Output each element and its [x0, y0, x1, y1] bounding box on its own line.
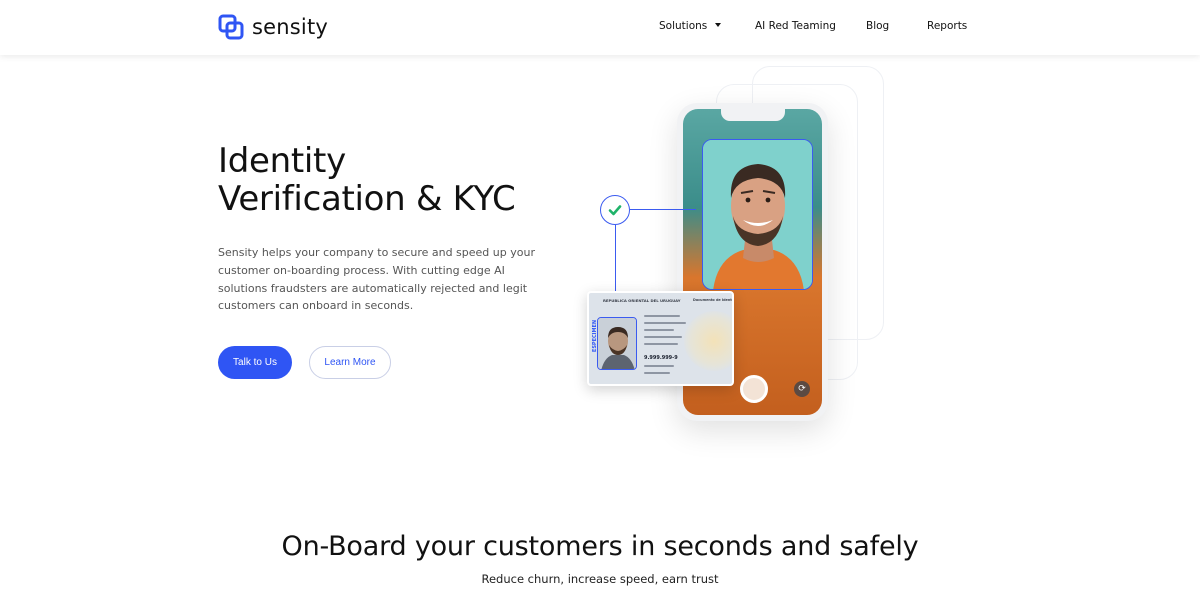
- talk-to-us-button[interactable]: Talk to Us: [218, 346, 292, 379]
- learn-more-button[interactable]: Learn More: [309, 346, 391, 379]
- hero-title: Identity Verification & KYC: [218, 142, 516, 218]
- id-card-header: REPUBLICA ORIENTAL DEL URUGUAY: [603, 298, 681, 303]
- brand-logo[interactable]: sensity: [218, 14, 328, 40]
- camera-shutter-button[interactable]: [740, 375, 768, 403]
- hero-title-line1: Identity: [218, 141, 346, 181]
- id-card-field: [644, 343, 678, 345]
- section-subtitle: Reduce churn, increase speed, earn trust: [481, 572, 719, 586]
- id-card-field: [644, 372, 670, 374]
- hero-description: Sensity helps your company to secure and…: [218, 246, 535, 313]
- connector-line-horizontal: [630, 209, 696, 210]
- nav-ai-red-teaming[interactable]: AI Red Teaming: [755, 20, 836, 32]
- id-card-field: [644, 365, 674, 367]
- id-card-field: [644, 315, 680, 317]
- brand-name: sensity: [252, 15, 329, 39]
- id-card-number: 9.999.999-9: [644, 355, 678, 361]
- nav-solutions-label: Solutions: [659, 20, 708, 32]
- switch-camera-icon[interactable]: ⟳: [794, 381, 810, 397]
- hero-title-line2: Verification & KYC: [218, 179, 516, 219]
- verified-check-icon: [600, 195, 630, 225]
- face-scan-frame: [702, 139, 813, 290]
- nav-reports[interactable]: Reports: [927, 20, 967, 32]
- caret-down-icon: [715, 23, 722, 27]
- id-card-stamp: ESPECIMEN: [592, 319, 599, 353]
- id-card-field: [644, 322, 686, 324]
- nav-blog[interactable]: Blog: [866, 20, 889, 32]
- id-card-photo: [597, 317, 637, 370]
- id-card-hologram: [684, 311, 732, 371]
- top-navbar: sensity Solutions AI Red Teaming Blog Re…: [0, 0, 1200, 55]
- phone-notch: [721, 109, 785, 121]
- sensity-logo-icon: [218, 14, 244, 40]
- section-title: On-Board your customers in seconds and s…: [281, 531, 919, 562]
- id-card-field: [644, 336, 682, 338]
- id-card-doc-type: Documento de Identidad: [693, 298, 734, 302]
- portrait-photo: [703, 140, 812, 289]
- id-card-field: [644, 329, 674, 331]
- nav-solutions[interactable]: Solutions: [659, 20, 722, 32]
- id-card: REPUBLICA ORIENTAL DEL URUGUAY Documento…: [587, 291, 734, 386]
